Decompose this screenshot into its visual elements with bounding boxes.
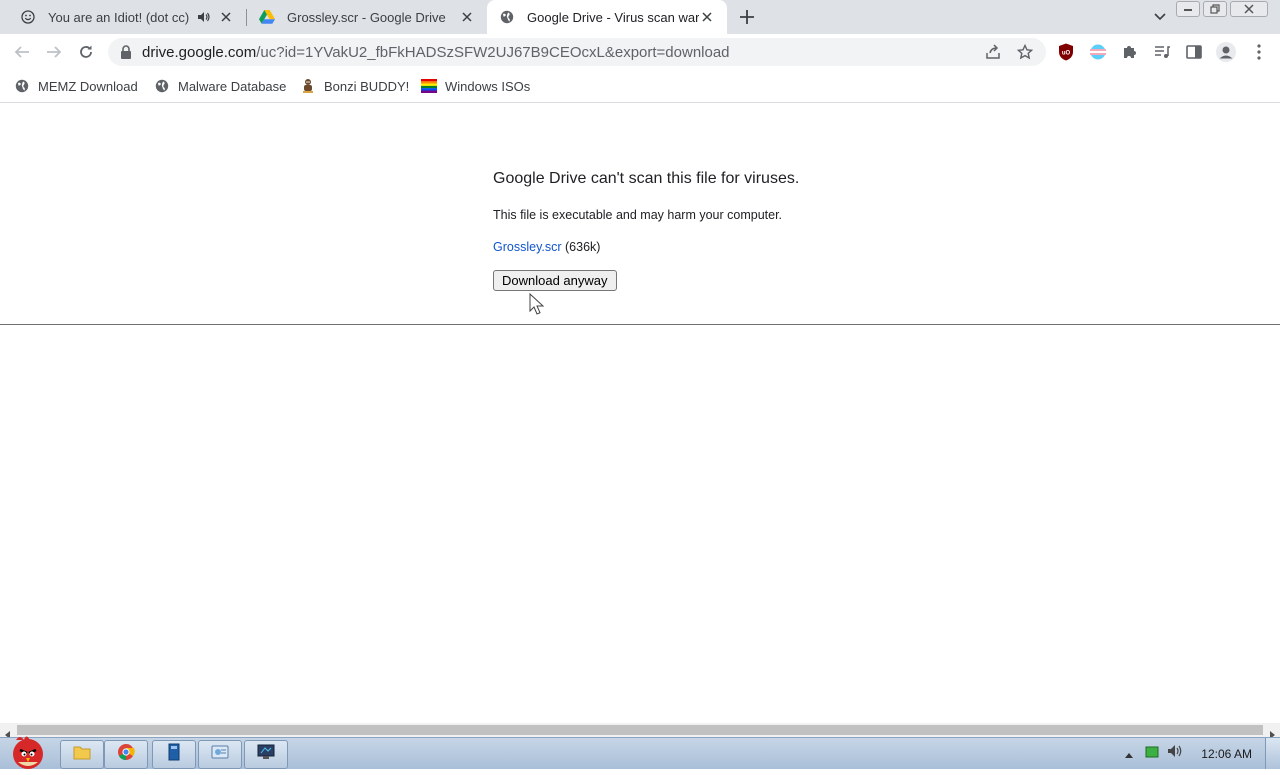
new-tab-button[interactable]: [738, 8, 756, 26]
scroll-right-arrow-icon[interactable]: [1268, 726, 1276, 739]
globe-icon: [154, 78, 170, 94]
folder-icon: [73, 744, 91, 765]
file-name-link[interactable]: Grossley.scr: [493, 240, 562, 254]
share-icon[interactable]: [984, 43, 1002, 61]
smiley-icon: [20, 9, 36, 25]
close-window-button[interactable]: [1230, 1, 1268, 17]
download-anyway-button[interactable]: Download anyway: [493, 270, 617, 291]
taskbar-chrome-button[interactable]: [104, 740, 148, 769]
close-tab-icon[interactable]: [218, 9, 234, 25]
globe-icon: [14, 78, 30, 94]
extension-pride-icon[interactable]: [1089, 43, 1107, 61]
forward-arrow-icon[interactable]: [45, 43, 63, 61]
taskbar-monitor-button[interactable]: [244, 740, 288, 769]
media-control-icon[interactable]: [1153, 43, 1171, 61]
minimize-button[interactable]: [1176, 1, 1200, 17]
tab-title: You are an Idiot! (dot cc): [48, 9, 190, 25]
horizontal-scrollbar[interactable]: [0, 723, 1280, 739]
close-tab-icon[interactable]: [699, 9, 715, 25]
rainbow-flag-icon: [421, 78, 437, 94]
battery-icon[interactable]: [1145, 745, 1159, 763]
taskbar-app-button[interactable]: [152, 740, 196, 769]
taskbar-explorer-button[interactable]: [60, 740, 104, 769]
restore-button[interactable]: [1203, 1, 1227, 17]
browser-toolbar: drive.google.com/uc?id=1YVakU2_fbFkHADSz…: [0, 34, 1280, 70]
url-text: drive.google.com/uc?id=1YVakU2_fbFkHADSz…: [142, 44, 730, 61]
start-angry-bird-icon[interactable]: [2, 732, 50, 770]
taskbar-clock[interactable]: 12:06 AM: [1201, 747, 1252, 761]
bookmark-label: Malware Database: [178, 78, 287, 94]
page-content: Google Drive can't scan this file for vi…: [0, 103, 1280, 723]
bookmark-label: MEMZ Download: [38, 78, 138, 94]
bookmark-memz-download[interactable]: MEMZ Download: [14, 77, 138, 95]
tab-virus-scan-warning[interactable]: Google Drive - Virus scan warning: [487, 0, 727, 34]
address-bar[interactable]: drive.google.com/uc?id=1YVakU2_fbFkHADSz…: [108, 38, 1046, 66]
windows-taskbar: 12:06 AM: [0, 736, 1280, 769]
menu-kebab-icon[interactable]: [1250, 43, 1268, 61]
extensions-puzzle-icon[interactable]: [1121, 43, 1139, 61]
bookmark-label: Bonzi BUDDY!: [324, 78, 410, 94]
tab-search-chevron-icon[interactable]: [1152, 9, 1168, 25]
divider: [0, 324, 1280, 325]
volume-icon[interactable]: [1167, 744, 1183, 763]
bookmark-label: Windows ISOs: [445, 78, 531, 94]
bookmarks-bar: MEMZ Download Malware Database Bonzi BUD…: [0, 70, 1280, 103]
url-host: drive.google.com: [142, 44, 257, 61]
file-size: (636k): [565, 240, 601, 254]
svg-text:uO: uO: [1062, 51, 1071, 57]
tab-title: Grossley.scr - Google Drive: [287, 9, 446, 25]
profile-avatar-icon[interactable]: [1216, 42, 1236, 62]
taskbar-control-panel-button[interactable]: [198, 740, 242, 769]
scrollbar-thumb[interactable]: [17, 725, 1263, 735]
side-panel-icon[interactable]: [1185, 43, 1203, 61]
lock-icon[interactable]: [120, 45, 134, 59]
tab-strip: You are an Idiot! (dot cc) Grossley.scr …: [0, 0, 1280, 34]
bookmark-bonzi-buddy[interactable]: Bonzi BUDDY!: [300, 77, 409, 95]
bonzi-icon: [300, 78, 316, 94]
file-info: Grossley.scr (636k): [493, 240, 600, 254]
tab-title: Google Drive - Virus scan warning: [527, 9, 699, 25]
show-hidden-icons-arrow-icon[interactable]: [1125, 745, 1134, 763]
bookmark-star-icon[interactable]: [1016, 43, 1034, 61]
monitor-icon: [257, 744, 275, 765]
bookmark-malware-database[interactable]: Malware Database: [154, 77, 286, 95]
book-icon: [167, 743, 181, 766]
tab-grossley-google-drive[interactable]: Grossley.scr - Google Drive: [247, 0, 487, 34]
url-path: /uc?id=1YVakU2_fbFkHADSzSFW2UJ67B9CEOcxL…: [256, 44, 730, 61]
google-drive-icon: [259, 9, 275, 25]
mouse-cursor-icon: [529, 292, 545, 322]
show-desktop-button[interactable]: [1265, 738, 1280, 769]
ublock-origin-icon[interactable]: uO: [1057, 43, 1075, 61]
page-title: Google Drive can't scan this file for vi…: [493, 170, 800, 187]
globe-icon: [499, 9, 515, 25]
control-panel-icon: [211, 744, 229, 765]
chrome-icon: [117, 743, 135, 766]
reload-icon[interactable]: [77, 43, 95, 61]
bookmark-windows-isos[interactable]: Windows ISOs: [421, 77, 530, 95]
warning-text: This file is executable and may harm you…: [493, 208, 783, 222]
window-controls: [1173, 1, 1268, 17]
tab-you-are-an-idiot[interactable]: You are an Idiot! (dot cc): [0, 0, 246, 34]
audio-playing-icon[interactable]: [196, 9, 212, 25]
system-tray: 12:06 AM: [1125, 738, 1280, 769]
back-arrow-icon[interactable]: [13, 43, 31, 61]
close-tab-icon[interactable]: [459, 9, 475, 25]
